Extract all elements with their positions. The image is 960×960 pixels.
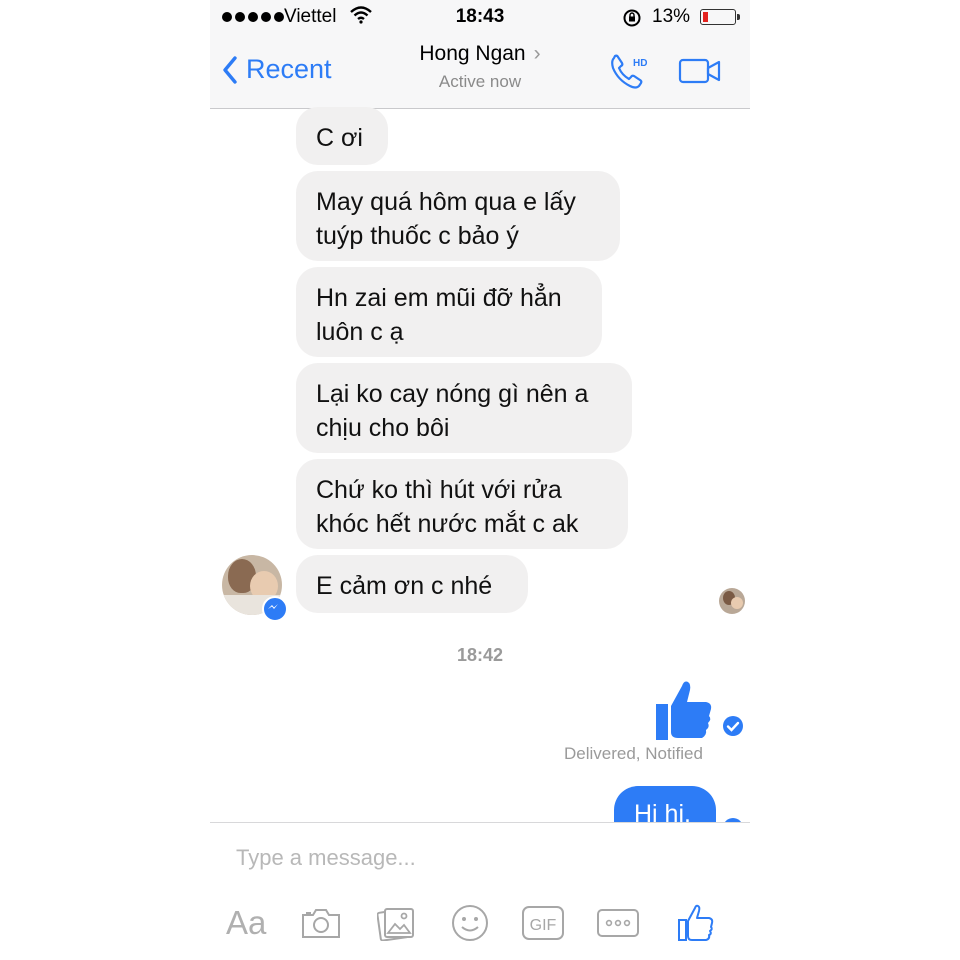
more-icon (597, 909, 639, 937)
gif-icon: GIF (522, 906, 564, 940)
phone-hd-icon: HD (611, 54, 647, 89)
camera-button[interactable] (300, 901, 342, 945)
contact-name: Hong Ngan (419, 42, 526, 65)
battery-percentage: 13% (652, 6, 691, 27)
video-call-button[interactable] (678, 58, 722, 89)
messenger-badge-icon (262, 596, 288, 622)
composer-toolbar: Aa GIF (210, 901, 750, 945)
message-composer: Type a message... Aa GIF (210, 822, 750, 960)
text-format-button[interactable]: Aa (226, 901, 266, 945)
more-button[interactable] (596, 901, 640, 945)
message-input[interactable]: Type a message... (236, 845, 716, 871)
incoming-message[interactable]: May quá hôm qua e lấy tuýp thuốc c bảo ý (296, 171, 620, 261)
timestamp: 18:42 (456, 645, 504, 665)
rotation-lock-icon (622, 8, 642, 33)
status-bar: Viettel 18:43 13% (210, 0, 750, 36)
thumbs-up-icon (656, 681, 712, 740)
like-icon (678, 904, 714, 941)
seen-avatar (719, 588, 745, 614)
conversation-header: Recent Hong Ngan › Active now HD (210, 36, 750, 109)
audio-call-button[interactable]: HD (608, 52, 652, 97)
hd-badge: HD (633, 58, 647, 69)
like-button[interactable] (676, 901, 716, 945)
video-camera-icon (678, 58, 721, 84)
incoming-message[interactable]: E cảm ơn c nhé (296, 555, 528, 613)
gif-button[interactable]: GIF (521, 901, 565, 945)
emoji-button[interactable] (450, 901, 490, 945)
photo-button[interactable] (376, 901, 416, 945)
sent-like-sticker[interactable] (656, 680, 714, 747)
contact-name-button[interactable]: Hong Ngan › (210, 42, 750, 66)
incoming-message[interactable]: C ơi (296, 107, 388, 165)
svg-text:GIF: GIF (530, 917, 557, 934)
emoji-icon (452, 905, 488, 941)
contact-status: Active now (438, 72, 522, 91)
battery-icon (700, 9, 740, 25)
delivered-check-icon (723, 716, 743, 736)
incoming-message[interactable]: Chứ ko thì hút với rửa khóc hết nước mắt… (296, 459, 628, 549)
chevron-right-icon: › (533, 42, 541, 65)
delivery-status: Delivered, Notified (564, 744, 703, 763)
camera-icon (302, 909, 340, 938)
photo-icon (377, 908, 414, 941)
incoming-message[interactable]: Hn zai em mũi đỡ hẳn luôn c ạ (296, 267, 602, 357)
messenger-screen: Viettel 18:43 13% Recent Hong Ngan › Act… (210, 0, 750, 960)
incoming-message[interactable]: Lại ko cay nóng gì nên a chịu cho bôi (296, 363, 632, 453)
